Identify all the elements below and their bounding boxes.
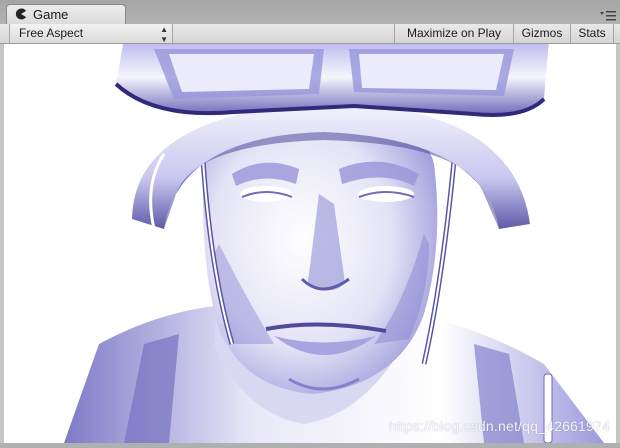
game-toolbar: Free Aspect ▲ ▼ Maximize on Play Gizmos S…: [0, 24, 620, 44]
unity-game-window: Game Free Aspect ▲ ▼ Maximize on Play Giz…: [0, 0, 620, 448]
aspect-dropdown-label: Free Aspect: [19, 26, 84, 40]
panel-menu-icon[interactable]: [599, 10, 617, 22]
tab-game[interactable]: Game: [6, 4, 126, 24]
stats-button[interactable]: Stats: [570, 24, 614, 43]
window-bottom-border: [0, 443, 620, 448]
pacman-icon: [15, 8, 26, 20]
soldier-render: [64, 44, 604, 443]
aspect-dropdown[interactable]: Free Aspect ▲ ▼: [9, 24, 173, 44]
up-down-arrows-icon: ▲ ▼: [160, 25, 168, 44]
tab-label: Game: [33, 7, 69, 22]
maximize-on-play-toggle[interactable]: Maximize on Play: [394, 24, 513, 43]
watermark-text: https://blog.csdn.net/qq_42661974: [388, 418, 610, 434]
tab-strip: Game: [0, 0, 620, 25]
gizmos-button[interactable]: Gizmos: [513, 24, 570, 43]
game-viewport[interactable]: https://blog.csdn.net/qq_42661974: [4, 44, 616, 443]
